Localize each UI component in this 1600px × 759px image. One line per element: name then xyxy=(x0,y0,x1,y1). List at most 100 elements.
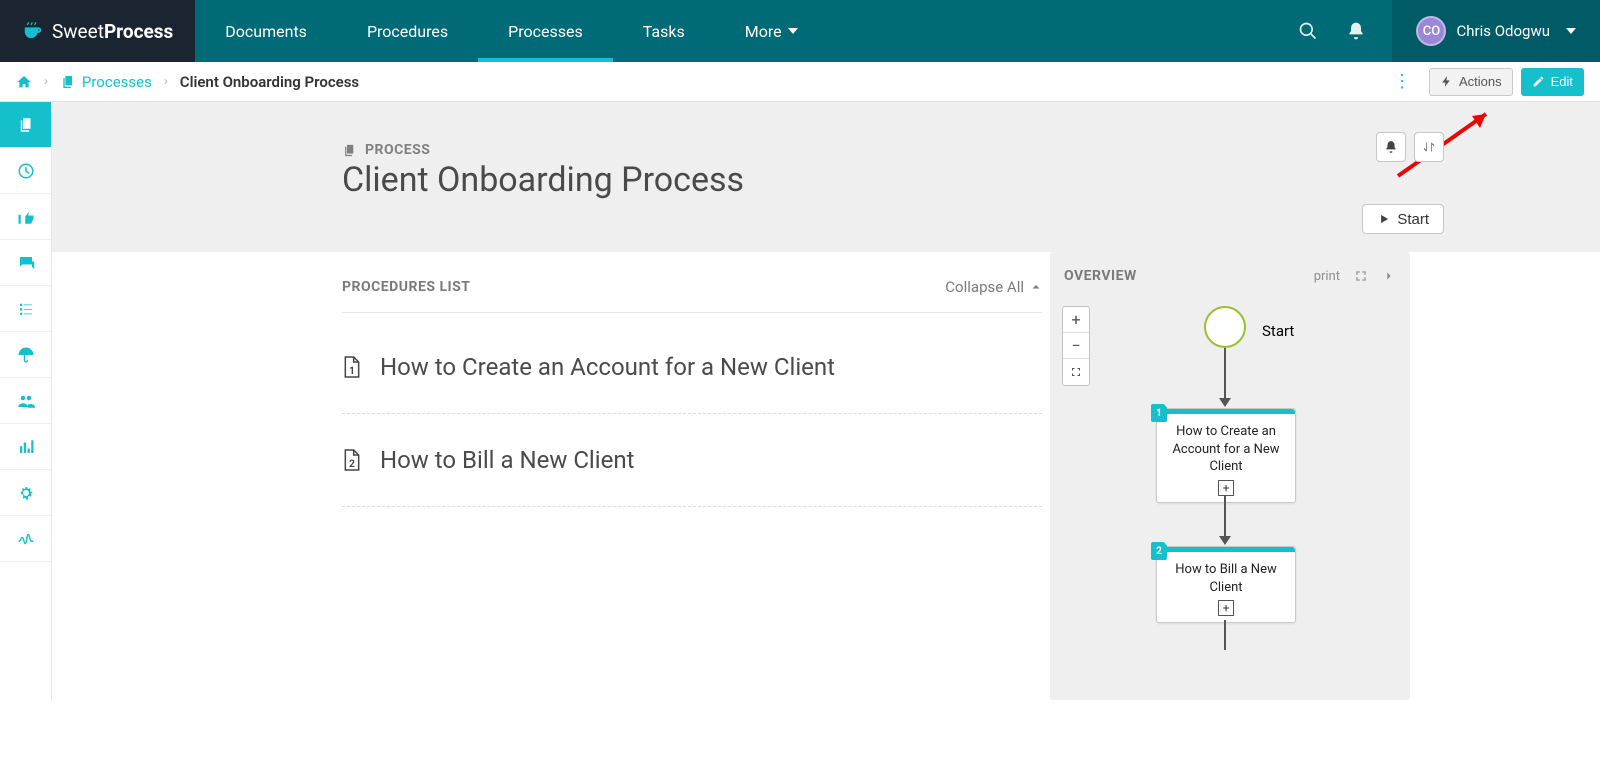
breadcrumb-current: Client Onboarding Process xyxy=(180,73,359,91)
rail-chat[interactable] xyxy=(0,240,51,286)
subscribe-button[interactable] xyxy=(1376,132,1406,162)
user-menu[interactable]: CO Chris Odogwu xyxy=(1392,0,1600,62)
copy-icon xyxy=(17,116,35,134)
copy-icon xyxy=(342,143,357,158)
chevron-down-icon xyxy=(788,28,798,34)
rail-clock[interactable] xyxy=(0,148,51,194)
bell-icon[interactable] xyxy=(1346,21,1366,41)
bell-icon xyxy=(1384,140,1398,154)
home-icon[interactable] xyxy=(16,74,32,90)
rail-gear[interactable] xyxy=(0,470,51,516)
hero-controls xyxy=(1376,132,1444,162)
connector-line xyxy=(1224,620,1226,650)
overview-panel: OVERVIEW print + − Start xyxy=(1050,252,1410,700)
sort-icon xyxy=(1422,140,1436,154)
workflow-canvas[interactable]: + − Start 1 How to Create an Account for… xyxy=(1050,300,1410,680)
search-icon[interactable] xyxy=(1298,21,1318,41)
start-button[interactable]: Start xyxy=(1362,204,1444,234)
nav-icon-group xyxy=(1272,0,1392,62)
print-link[interactable]: print xyxy=(1314,269,1340,284)
expand-node-button[interactable]: + xyxy=(1218,480,1234,496)
brand-text-2: Process xyxy=(104,20,173,43)
arrow-down-icon xyxy=(1219,536,1231,545)
rail-umbrella[interactable] xyxy=(0,332,51,378)
pulse-icon xyxy=(17,530,35,548)
procedure-title: How to Create an Account for a New Clien… xyxy=(380,353,835,381)
user-name: Chris Odogwu xyxy=(1456,22,1550,40)
rail-users[interactable] xyxy=(0,378,51,424)
connector-line xyxy=(1224,496,1226,538)
actions-button[interactable]: Actions xyxy=(1429,68,1513,96)
brand[interactable]: SweetProcess xyxy=(0,0,195,62)
overview-heading: OVERVIEW xyxy=(1064,268,1137,284)
top-nav: SweetProcess Documents Procedures Proces… xyxy=(0,0,1600,62)
breadcrumb-processes[interactable]: Processes xyxy=(60,73,152,91)
play-icon xyxy=(1377,212,1391,226)
breadcrumb-sep: › xyxy=(44,74,48,89)
actions-label: Actions xyxy=(1459,74,1502,89)
procedure-title: How to Bill a New Client xyxy=(380,446,634,474)
edit-icon xyxy=(1532,75,1545,88)
document-icon: 2 xyxy=(342,448,362,472)
chevron-right-icon[interactable] xyxy=(1382,269,1396,283)
document-icon: 1 xyxy=(342,355,362,379)
chevron-down-icon xyxy=(1566,28,1576,34)
workflow-node[interactable]: 1 How to Create an Account for a New Cli… xyxy=(1156,408,1296,503)
nav-documents[interactable]: Documents xyxy=(195,0,337,62)
chevron-up-icon xyxy=(1030,281,1042,293)
breadcrumb-sep: › xyxy=(164,74,168,89)
node-title: How to Create an Account for a New Clien… xyxy=(1165,423,1287,476)
nav-links: Documents Procedures Processes Tasks Mor… xyxy=(195,0,827,62)
avatar: CO xyxy=(1416,16,1446,46)
rail-pulse[interactable] xyxy=(0,516,51,562)
edit-label: Edit xyxy=(1551,74,1573,89)
zoom-in-button[interactable]: + xyxy=(1063,307,1089,333)
more-menu-icon[interactable]: ⋮ xyxy=(1383,71,1421,92)
edit-button[interactable]: Edit xyxy=(1521,68,1584,96)
bar-chart-icon xyxy=(17,438,35,456)
item-number: 1 xyxy=(342,366,362,377)
procedures-section: PROCEDURES LIST Collapse All 1 How to Cr… xyxy=(342,252,1042,700)
sort-button[interactable] xyxy=(1414,132,1444,162)
node-number: 1 xyxy=(1151,404,1167,422)
rail-chart[interactable] xyxy=(0,424,51,470)
nav-processes[interactable]: Processes xyxy=(478,0,613,62)
bolt-icon xyxy=(1440,75,1453,88)
nav-procedures[interactable]: Procedures xyxy=(337,0,478,62)
nav-more[interactable]: More xyxy=(715,0,828,62)
fit-button[interactable] xyxy=(1063,359,1089,385)
procedure-item[interactable]: 1 How to Create an Account for a New Cli… xyxy=(342,313,1042,414)
users-icon xyxy=(17,392,35,410)
gear-icon xyxy=(17,484,35,502)
zoom-out-button[interactable]: − xyxy=(1063,333,1089,359)
clock-icon xyxy=(17,162,35,180)
umbrella-icon xyxy=(17,346,35,364)
arrow-down-icon xyxy=(1219,398,1231,407)
item-number: 2 xyxy=(342,459,362,470)
rail-copy[interactable] xyxy=(0,102,51,148)
start-label: Start xyxy=(1397,211,1429,228)
hero-label-text: PROCESS xyxy=(365,142,430,158)
zoom-controls: + − xyxy=(1062,306,1090,386)
breadcrumb-bar: › Processes › Client Onboarding Process … xyxy=(0,62,1600,102)
procedures-heading: PROCEDURES LIST xyxy=(342,279,470,295)
subheader-actions: ⋮ Actions Edit xyxy=(1383,68,1584,96)
expand-node-button[interactable]: + xyxy=(1218,600,1234,616)
connector-line xyxy=(1224,348,1226,400)
hero-label: PROCESS xyxy=(342,142,1422,158)
thumb-icon xyxy=(17,208,35,226)
checklist-icon xyxy=(17,300,35,318)
rail-thumb[interactable] xyxy=(0,194,51,240)
node-number: 2 xyxy=(1151,542,1167,560)
collapse-label: Collapse All xyxy=(945,278,1024,296)
chat-icon xyxy=(17,254,35,272)
collapse-all-button[interactable]: Collapse All xyxy=(945,278,1042,296)
page-title: Client Onboarding Process xyxy=(342,160,1422,200)
expand-icon[interactable] xyxy=(1354,269,1368,283)
procedure-item[interactable]: 2 How to Bill a New Client xyxy=(342,414,1042,507)
fit-icon xyxy=(1070,366,1082,378)
rail-checklist[interactable] xyxy=(0,286,51,332)
workflow-start-node[interactable] xyxy=(1204,306,1246,348)
workflow-node[interactable]: 2 How to Bill a New Client + xyxy=(1156,546,1296,623)
nav-tasks[interactable]: Tasks xyxy=(613,0,715,62)
